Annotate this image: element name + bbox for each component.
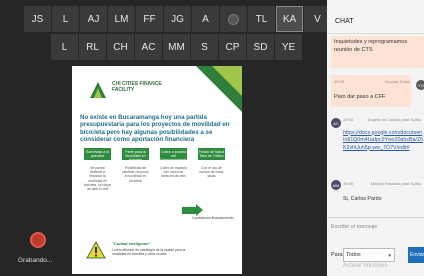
participant-tile[interactable]: JS [24,6,51,32]
participant-tile[interactable]: LM [108,6,135,32]
participant-tile[interactable]: TL [248,6,275,32]
participant-tile[interactable]: MM [163,34,190,60]
chat-message-time: 19:05 [334,79,345,84]
participant-tile[interactable]: SD [247,34,274,60]
avatar: AC [331,118,341,128]
recipient-value: Todos [346,252,361,258]
record-button[interactable] [30,232,46,248]
participant-tile[interactable]: CH [107,34,134,60]
compose-divider [327,217,424,218]
chat-panel: CHAT Inquietudes y reprogramamos reunión… [327,0,424,276]
funding-box-2-text: Posibilidad de destinar recursos a movil… [122,166,149,183]
chat-message-1: Inquietudes y reprogramamos reunión de C… [331,36,424,68]
chat-title: CHAT [335,18,354,25]
conditions-label: Condiciones financiamiento [192,216,234,220]
warning-icon [86,241,106,259]
chat-message-text: Paro dar paso a CFF [334,94,386,100]
send-button[interactable]: Enviar [408,247,424,263]
participant-row-2: L RL CH AC MM S CP SD YE [51,34,303,62]
chat-message-text: Si, Carlos Pardo [343,195,382,202]
warning-title: "Cuidad inteligente" [112,241,151,246]
funding-box-1: Sobretasa a la gasolina [84,148,111,160]
participant-tile[interactable]: KA [276,6,303,32]
warning-text: Lorem difusion de estrategia de la ciuda… [112,248,186,257]
meeting-stage: JS L AJ LM FF JG A TL KA V L RL CH AC MM S CP SD YE CHI C… [0,0,331,276]
windows-activation-watermark: Activar Windows [343,263,388,269]
avatar: YO [416,80,424,90]
participant-tile[interactable]: AC [135,34,162,60]
chat-message-sender: Mónica Pascuas para Todos [370,181,421,186]
funding-box-3: Cobro a prueba del Estacionamiento [160,148,187,162]
participant-tile[interactable]: L [51,34,78,60]
cff-logo: CHI CITIES FINANCE FACILITY [88,78,162,108]
chat-message-time: 19:03 [343,117,354,122]
record-label: Grabando... [18,257,53,264]
participant-tile[interactable]: A [192,6,219,32]
participant-row-1: JS L AJ LM FF JG A TL KA V [24,6,332,34]
chat-message-meta: 19:09 Mónica Pascuas para Todos [343,180,424,188]
participant-tile[interactable]: RL [79,34,106,60]
document-link[interactable]: https://docs.google.com/document/d/1Q0m4… [343,130,424,153]
participant-tile[interactable]: S [191,34,218,60]
participant-tile[interactable] [220,6,247,32]
participant-tile[interactable]: FF [136,6,163,32]
slide-headline: No existe en Bucaramanga hoy una partida… [80,114,230,144]
participant-avatar-icon [228,13,239,25]
message-input[interactable]: Escribir el mensaje [331,221,420,235]
chat-divider [327,33,424,34]
chat-message-recipient: Yo para Todos [384,79,410,84]
participant-tile[interactable]: CP [219,34,246,60]
funding-box-2: Parte para la Movilidad en bicicleta [122,148,149,162]
chat-message-time: 19:09 [343,181,354,186]
arrowhead-shape [196,204,203,216]
arrow-shape [182,207,196,214]
chat-message-2: 19:05 Yo para Todos Paro dar paso a CFF [331,75,411,107]
funding-box-1-text: Se puede destinar a financiar la movilid… [84,166,111,192]
participant-tile[interactable]: L [52,6,79,32]
chat-message-meta: 19:03 Angela de Cuadro para Todos [343,116,424,124]
cff-logo-icon [90,82,106,98]
recipient-label: Para [331,252,343,258]
cff-logo-text: CHI CITIES FINANCE FACILITY [112,81,162,93]
shared-screen-slide: CHI CITIES FINANCE FACILITY No existe en… [72,66,242,274]
chevron-down-icon: ▾ [388,253,391,259]
slide-corner-decoration-light [212,66,242,96]
participant-tile[interactable]: YE [275,34,302,60]
meeting-window: JS L AJ LM FF JG A TL KA V L RL CH AC MM S CP SD YE CHI C… [0,0,424,276]
chat-message-sender: Angela de Cuadro para Todos [367,117,421,122]
participant-tile[interactable]: JG [164,6,191,32]
funding-box-4-text: Con el uso de fondos de estas tasas [199,166,224,179]
chat-message-3: 19:03 Angela de Cuadro para Todos https:… [343,116,424,152]
participant-tile[interactable]: AJ [80,6,107,32]
chat-message-4: 19:09 Mónica Pascuas para Todos Si, Carl… [343,180,424,203]
recipient-select[interactable]: Todos ▾ [343,248,395,262]
funding-box-4: Fondo de Salud Tasa de Tráfico [198,148,225,160]
funding-box-3-text: Cobro de espacio con cobro de tarifa en … [160,166,187,179]
avatar: MM [331,180,341,190]
chat-message-meta: 19:05 Yo para Todos [334,78,410,86]
